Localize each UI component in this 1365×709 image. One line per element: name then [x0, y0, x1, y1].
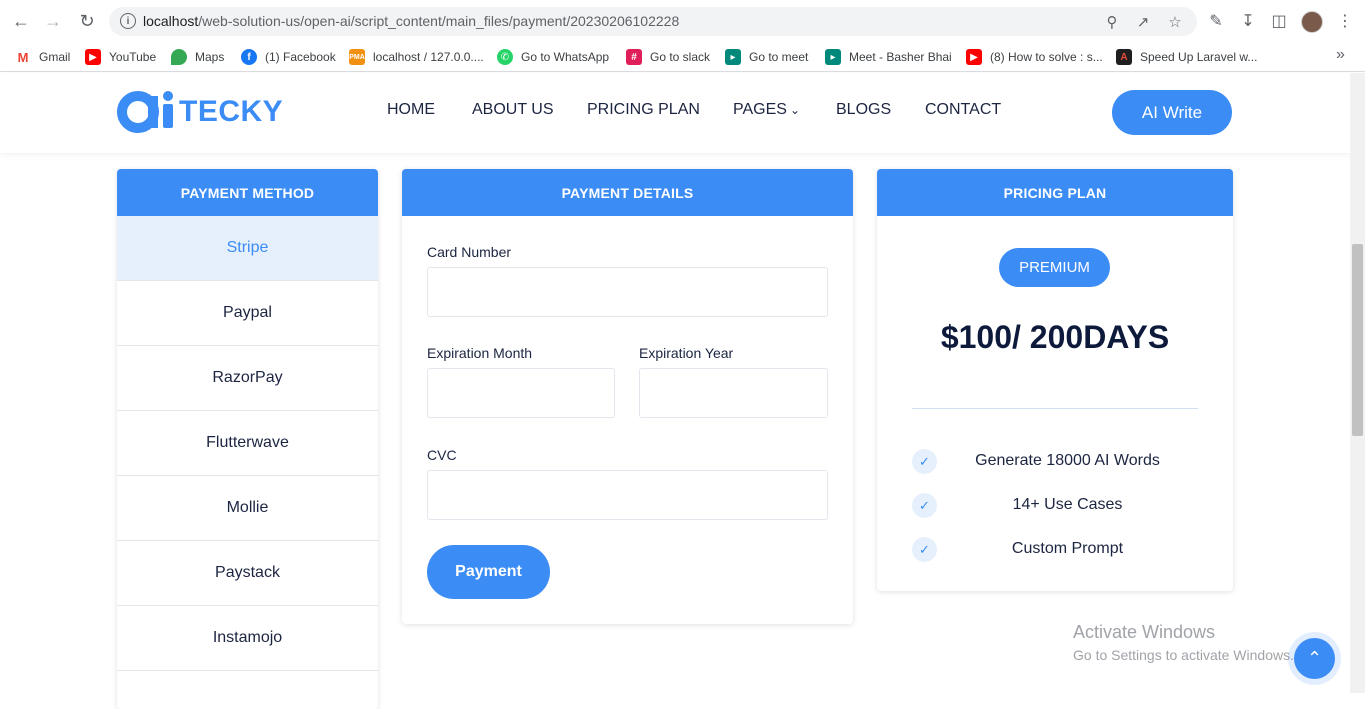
plan-price: $100/ 200DAYS — [940, 319, 1170, 355]
slack-icon: # — [626, 49, 642, 65]
logo-text: TECKY — [179, 95, 284, 128]
address-bar[interactable]: i localhost/web-solution-us/open-ai/scri… — [109, 7, 1197, 36]
key-icon[interactable]: ⚲ — [1102, 12, 1122, 32]
bookmark-youtube[interactable]: ▶ YouTube — [85, 47, 156, 67]
phpmyadmin-icon: PMA — [349, 49, 365, 65]
nav-pages-label: PAGES — [733, 101, 787, 118]
site-info-icon[interactable]: i — [120, 13, 136, 29]
youtube-icon: ▶ — [85, 49, 101, 65]
method-stripe[interactable]: Stripe — [117, 216, 378, 281]
bookmark-gmail[interactable]: M Gmail — [15, 47, 70, 67]
bookmark-whatsapp[interactable]: ✆ Go to WhatsApp — [497, 47, 609, 67]
plan-feature-text: Custom Prompt — [1011, 540, 1124, 557]
meet-icon: ▸ — [725, 49, 741, 65]
method-paypal[interactable]: Paypal — [117, 281, 378, 346]
plan-feature-text: Generate 18000 AI Words — [975, 452, 1160, 469]
pricing-plan-title: PRICING PLAN — [877, 169, 1233, 216]
pricing-plan-card: PRICING PLAN PREMIUM $100/ 200DAYS ✓ Gen… — [877, 169, 1233, 591]
exp-year-input[interactable] — [639, 368, 828, 418]
payment-method-title: PAYMENT METHOD — [117, 169, 378, 216]
card-number-label: Card Number — [427, 244, 512, 260]
laravel-icon: A — [1116, 49, 1132, 65]
side-panel-icon[interactable]: ◫ — [1268, 10, 1290, 32]
whatsapp-icon: ✆ — [497, 49, 513, 65]
payment-details-title: PAYMENT DETAILS — [402, 169, 853, 216]
bookmark-laravel[interactable]: A Speed Up Laravel w... — [1116, 47, 1257, 67]
check-icon: ✓ — [912, 537, 937, 562]
reload-icon[interactable]: ↻ — [75, 9, 99, 33]
plan-badge: PREMIUM — [999, 248, 1110, 287]
watermark-title: Activate Windows — [1073, 622, 1216, 642]
download-icon[interactable]: ↧ — [1237, 10, 1259, 32]
chevron-down-icon: ⌄ — [789, 103, 801, 117]
ai-write-button[interactable]: AI Write — [1112, 90, 1232, 135]
nav-pages[interactable]: PAGES ⌄ — [733, 101, 800, 123]
share-icon[interactable]: ↗ — [1133, 12, 1153, 32]
site-logo[interactable]: TECKY — [117, 90, 283, 134]
method-instamojo[interactable]: Instamojo — [117, 606, 378, 671]
browser-toolbar: ← → ↻ i localhost/web-solution-us/open-a… — [0, 0, 1365, 42]
watermark-subtitle: Go to Settings to activate Windows. — [1073, 647, 1294, 663]
nav-home[interactable]: HOME — [387, 101, 435, 123]
menu-icon[interactable]: ⋮ — [1334, 10, 1356, 32]
meet-icon: ▸ — [825, 49, 841, 65]
star-icon[interactable]: ☆ — [1165, 12, 1185, 32]
windows-activation-watermark: Activate Windows Go to Settings to activ… — [1073, 622, 1294, 663]
plan-feature: ✓ 14+ Use Cases — [912, 493, 1198, 519]
nav-blogs[interactable]: BLOGS — [836, 101, 891, 123]
gmail-icon: M — [15, 49, 31, 65]
youtube-icon: ▶ — [966, 49, 982, 65]
bookmark-slack[interactable]: # Go to slack — [626, 47, 710, 67]
plan-feature: ✓ Custom Prompt — [912, 537, 1198, 563]
profile-avatar[interactable] — [1301, 11, 1323, 33]
back-icon[interactable]: ← — [9, 9, 33, 33]
payment-method-card: PAYMENT METHOD Stripe Paypal RazorPay Fl… — [117, 169, 378, 709]
cvc-input[interactable] — [427, 470, 828, 520]
method-flutterwave[interactable]: Flutterwave — [117, 411, 378, 476]
exp-year-label: Expiration Year — [639, 345, 734, 361]
plan-feature: ✓ Generate 18000 AI Words — [912, 449, 1198, 475]
plan-divider — [912, 408, 1198, 409]
payment-details-card: PAYMENT DETAILS Card Number Expiration M… — [402, 169, 853, 624]
method-mollie[interactable]: Mollie — [117, 476, 378, 541]
nav-contact[interactable]: CONTACT — [925, 101, 1001, 123]
bookmark-meet[interactable]: ▸ Go to meet — [725, 47, 808, 67]
bookmark-meet-basher[interactable]: ▸ Meet - Basher Bhai — [825, 47, 952, 67]
url-text[interactable]: localhost/web-solution-us/open-ai/script… — [143, 13, 679, 29]
forward-icon[interactable]: → — [41, 9, 65, 33]
method-paystack[interactable]: Paystack — [117, 541, 378, 606]
plan-feature-text: 14+ Use Cases — [1012, 496, 1123, 513]
card-number-input[interactable] — [427, 267, 828, 317]
chevron-up-icon: ⌃ — [1306, 648, 1323, 668]
cvc-label: CVC — [427, 447, 457, 463]
exp-month-label: Expiration Month — [427, 345, 533, 361]
method-razorpay[interactable]: RazorPay — [117, 346, 378, 411]
payment-button[interactable]: Payment — [427, 545, 550, 599]
logo-mark-icon — [117, 90, 175, 134]
scroll-to-top-button[interactable]: ⌃ — [1294, 638, 1335, 679]
bookmark-maps[interactable]: Maps — [171, 47, 224, 67]
check-icon: ✓ — [912, 449, 937, 474]
bookmark-youtube-solve[interactable]: ▶ (8) How to solve : s... — [966, 47, 1103, 67]
exp-month-input[interactable] — [427, 368, 615, 418]
bookmark-facebook[interactable]: f (1) Facebook — [241, 47, 336, 67]
maps-icon — [171, 49, 187, 65]
nav-pricing[interactable]: PRICING PLAN — [587, 101, 700, 123]
bookmarks-bar: M Gmail ▶ YouTube Maps f (1) Facebook PMA lo… — [0, 42, 1365, 72]
extensions-icon[interactable]: ✎ — [1205, 10, 1227, 32]
facebook-icon: f — [241, 49, 257, 65]
bookmarks-overflow-icon[interactable]: » — [1336, 46, 1345, 64]
bookmark-phpmyadmin[interactable]: PMA localhost / 127.0.0.... — [349, 47, 484, 67]
scrollbar-thumb[interactable] — [1352, 244, 1363, 436]
nav-about[interactable]: ABOUT US — [472, 101, 554, 123]
check-icon: ✓ — [912, 493, 937, 518]
